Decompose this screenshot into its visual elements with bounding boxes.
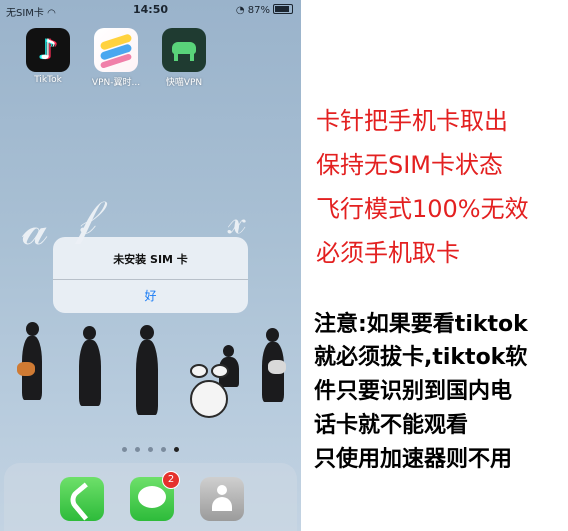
phone-app-icon[interactable] (60, 477, 104, 521)
status-bar: 无SIM卡 ︎◠ 14:50 ◔ 87% (0, 0, 301, 20)
phone-screen: 无SIM卡 ︎◠ 14:50 ◔ 87% ♪ TikTok VPN-翼时... … (0, 0, 301, 531)
app-label: VPN-翼时... (91, 78, 141, 88)
page-dot (135, 447, 140, 452)
app-tiktok[interactable]: ♪ TikTok (17, 28, 79, 85)
annotation-black-line: 注意:如果要看tiktok (314, 312, 528, 337)
contacts-app-icon[interactable] (200, 477, 244, 521)
annotation-black-line: 只使用加速器则不用 (314, 447, 513, 472)
wallpaper-scribble: 𝒶 (22, 200, 49, 256)
no-sim-alert: 未安装 SIM 卡 好 (53, 237, 248, 313)
annotation-red-line: 卡针把手机卡取出 (316, 107, 508, 135)
annotation-black-line: 就必须拔卡,tiktok软 (314, 345, 528, 370)
battery-indicator: ◔ 87% (236, 4, 293, 16)
annotation-black-line: 话卡就不能观看 (314, 413, 469, 438)
alert-title: 未安装 SIM 卡 (113, 253, 188, 266)
messages-badge: 2 (162, 471, 180, 489)
dock: 2 (4, 463, 297, 531)
app-kuaimiao-vpn[interactable]: 快喵VPN (153, 28, 215, 88)
annotation-red-line: 飞行模式100%无效 (316, 195, 529, 223)
page-indicator (0, 447, 301, 452)
annotation-black-line: 件只要识别到国内电 (314, 379, 513, 404)
battery-icon (273, 4, 293, 14)
app-label: TikTok (34, 75, 62, 85)
page-dot (161, 447, 166, 452)
annotation-red-line: 必须手机取卡 (316, 239, 460, 267)
app-vpn-yishi[interactable]: VPN-翼时... (85, 28, 147, 88)
alarm-icon: ◔ (235, 5, 245, 16)
messages-app-icon[interactable]: 2 (130, 471, 180, 521)
vpn-paper-plane-icon (94, 28, 138, 72)
page-dot (148, 447, 153, 452)
annotation-red-line: 保持无SIM卡状态 (316, 151, 504, 179)
cat-vpn-icon (162, 28, 206, 72)
alert-ok-button[interactable]: 好 (53, 279, 248, 313)
page-dot-active (174, 447, 179, 452)
app-label: 快喵VPN (165, 78, 203, 88)
page-dot (122, 447, 127, 452)
tiktok-icon: ♪ (26, 28, 70, 72)
